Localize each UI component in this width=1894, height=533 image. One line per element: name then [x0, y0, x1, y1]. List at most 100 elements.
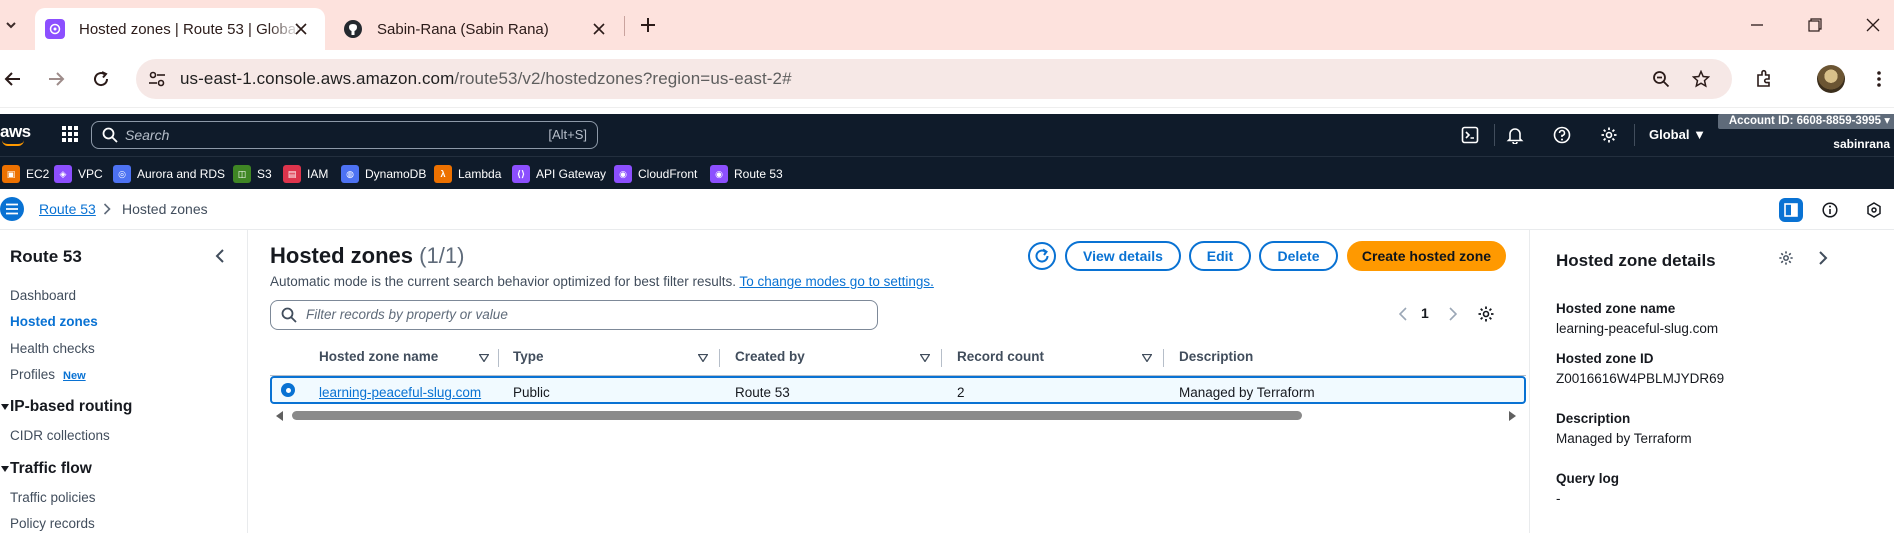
- favorite-ec2[interactable]: ▣ EC2: [2, 165, 49, 183]
- back-arrow-icon[interactable]: [0, 66, 26, 92]
- help-icon[interactable]: [1552, 125, 1572, 145]
- create-hosted-zone-button[interactable]: Create hosted zone: [1347, 241, 1506, 271]
- sidenav-section-traffic-flow[interactable]: Traffic flow: [0, 460, 92, 478]
- column-divider[interactable]: [1163, 349, 1164, 367]
- chevron-left-icon[interactable]: [211, 247, 229, 265]
- notifications-hex-icon[interactable]: [1862, 198, 1886, 222]
- previous-page-icon[interactable]: [1392, 303, 1414, 325]
- split-panel-icon[interactable]: [1779, 198, 1803, 222]
- account-id: Account ID: 6608-8859-3995: [1728, 115, 1882, 127]
- favorite-iam[interactable]: ▤ IAM: [283, 165, 328, 183]
- tab-title: Hosted zones | Route 53 | Global: [79, 20, 300, 38]
- region-label: Global: [1649, 127, 1690, 142]
- favorite-api-gateway[interactable]: ⟨⟩ API Gateway: [512, 165, 606, 183]
- delete-button[interactable]: Delete: [1259, 241, 1338, 271]
- aws-search-input[interactable]: Search [Alt+S]: [91, 121, 598, 149]
- column-header-record-count[interactable]: Record count: [957, 349, 1044, 364]
- profile-avatar[interactable]: [1817, 65, 1845, 93]
- table-preferences-gear-icon[interactable]: [1475, 303, 1497, 325]
- site-settings-icon[interactable]: [146, 68, 168, 90]
- current-page-number[interactable]: 1: [1421, 305, 1429, 321]
- favorite-label: Aurora and RDS: [137, 167, 226, 181]
- restore-icon[interactable]: [1802, 12, 1828, 38]
- chevron-right-icon[interactable]: [1813, 248, 1833, 268]
- new-tab-plus-icon[interactable]: [636, 13, 660, 37]
- browser-tab-strip: Hosted zones | Route 53 | Global Sabin-R…: [0, 0, 1894, 50]
- caret-down-icon: ▼: [1693, 127, 1706, 142]
- vpc-icon: ◈: [54, 165, 72, 183]
- sidenav-item-dashboard[interactable]: Dashboard: [10, 288, 76, 303]
- scrollbar-thumb[interactable]: [292, 411, 1302, 420]
- row-radio-selected[interactable]: [281, 383, 295, 397]
- cloudshell-icon[interactable]: [1460, 125, 1480, 145]
- tab-search-chevron-icon[interactable]: [0, 14, 22, 36]
- sidenav-item-policy-records[interactable]: Policy records: [10, 516, 95, 531]
- favorite-aurora-rds[interactable]: ◎ Aurora and RDS: [113, 165, 225, 183]
- scroll-right-arrow-icon[interactable]: [1509, 411, 1516, 421]
- search-icon: [281, 307, 297, 323]
- sort-caret-icon[interactable]: [478, 352, 490, 364]
- refresh-button[interactable]: [1028, 242, 1056, 270]
- settings-link[interactable]: To change modes go to settings.: [739, 274, 933, 289]
- bookmark-star-icon[interactable]: [1690, 68, 1712, 90]
- api-gateway-icon: ⟨⟩: [512, 165, 530, 183]
- column-divider[interactable]: [719, 349, 720, 367]
- sidenav-item-profiles[interactable]: Profiles New: [10, 367, 86, 382]
- minimize-icon[interactable]: [1744, 12, 1770, 38]
- sidenav-section-ip-routing[interactable]: IP-based routing: [0, 398, 132, 416]
- favorite-label: DynamoDB: [365, 167, 427, 181]
- services-grid-icon[interactable]: [61, 125, 81, 145]
- browser-menu-icon[interactable]: [1866, 66, 1892, 92]
- horizontal-scrollbar[interactable]: [270, 408, 1526, 422]
- favorite-vpc[interactable]: ◈ VPC: [54, 165, 103, 183]
- table-row[interactable]: learning-peaceful-slug.com Public Route …: [270, 376, 1526, 404]
- column-header-name[interactable]: Hosted zone name: [319, 349, 438, 364]
- details-settings-gear-icon[interactable]: [1776, 248, 1796, 268]
- window-close-icon[interactable]: [1860, 12, 1886, 38]
- forward-arrow-icon[interactable]: [43, 66, 69, 92]
- column-header-description[interactable]: Description: [1179, 349, 1253, 364]
- url-bar[interactable]: us-east-1.console.aws.amazon.com/route53…: [136, 59, 1732, 99]
- sidenav-item-cidr-collections[interactable]: CIDR collections: [10, 428, 110, 443]
- bell-icon[interactable]: [1505, 125, 1525, 145]
- sort-caret-icon[interactable]: [1141, 352, 1153, 364]
- info-icon[interactable]: [1818, 198, 1842, 222]
- sort-caret-icon[interactable]: [697, 352, 709, 364]
- settings-gear-icon[interactable]: [1599, 125, 1619, 145]
- aws-top-nav: aws Search [Alt+S] Global ▼: [0, 114, 1894, 156]
- view-details-button[interactable]: View details: [1065, 241, 1181, 271]
- scroll-left-arrow-icon[interactable]: [276, 411, 283, 421]
- hosted-zone-link[interactable]: learning-peaceful-slug.com: [319, 385, 481, 400]
- aws-logo[interactable]: aws: [0, 122, 31, 146]
- breadcrumb-route53-link[interactable]: Route 53: [39, 201, 96, 217]
- sidenav-item-hosted-zones[interactable]: Hosted zones: [10, 314, 98, 329]
- reload-icon[interactable]: [88, 66, 114, 92]
- favorite-route53[interactable]: ◉ Route 53: [710, 165, 783, 183]
- favorite-label: IAM: [307, 167, 329, 181]
- breadcrumb-bar: Route 53 Hosted zones: [0, 189, 1894, 230]
- filter-input[interactable]: Filter records by property or value: [270, 300, 878, 330]
- hamburger-menu-icon[interactable]: [0, 197, 24, 221]
- close-icon[interactable]: [589, 19, 609, 39]
- column-divider[interactable]: [941, 349, 942, 367]
- column-header-created-by[interactable]: Created by: [735, 349, 805, 364]
- zoom-icon[interactable]: [1650, 68, 1672, 90]
- sidenav-item-traffic-policies[interactable]: Traffic policies: [10, 490, 96, 505]
- favorite-dynamodb[interactable]: ◍ DynamoDB: [341, 165, 426, 183]
- sidenav-item-health-checks[interactable]: Health checks: [10, 341, 95, 356]
- column-divider[interactable]: [498, 349, 499, 367]
- favorite-cloudfront[interactable]: ◉ CloudFront: [614, 165, 697, 183]
- edit-button[interactable]: Edit: [1189, 241, 1251, 271]
- browser-tab-route53[interactable]: Hosted zones | Route 53 | Global: [35, 8, 325, 50]
- favorite-lambda[interactable]: λ Lambda: [434, 165, 501, 183]
- close-icon[interactable]: [291, 19, 311, 39]
- account-id-badge[interactable]: Account ID: 6608-8859-3995 ▾: [1718, 114, 1894, 129]
- browser-tab-github[interactable]: Sabin-Rana (Sabin Rana): [333, 8, 623, 50]
- extensions-icon[interactable]: [1751, 66, 1777, 92]
- next-page-icon[interactable]: [1442, 303, 1464, 325]
- favorite-s3[interactable]: ◫ S3: [233, 165, 272, 183]
- user-menu[interactable]: sabinrana: [1833, 137, 1890, 151]
- sort-caret-icon[interactable]: [919, 352, 931, 364]
- region-selector[interactable]: Global ▼: [1649, 127, 1706, 142]
- column-header-type[interactable]: Type: [513, 349, 544, 364]
